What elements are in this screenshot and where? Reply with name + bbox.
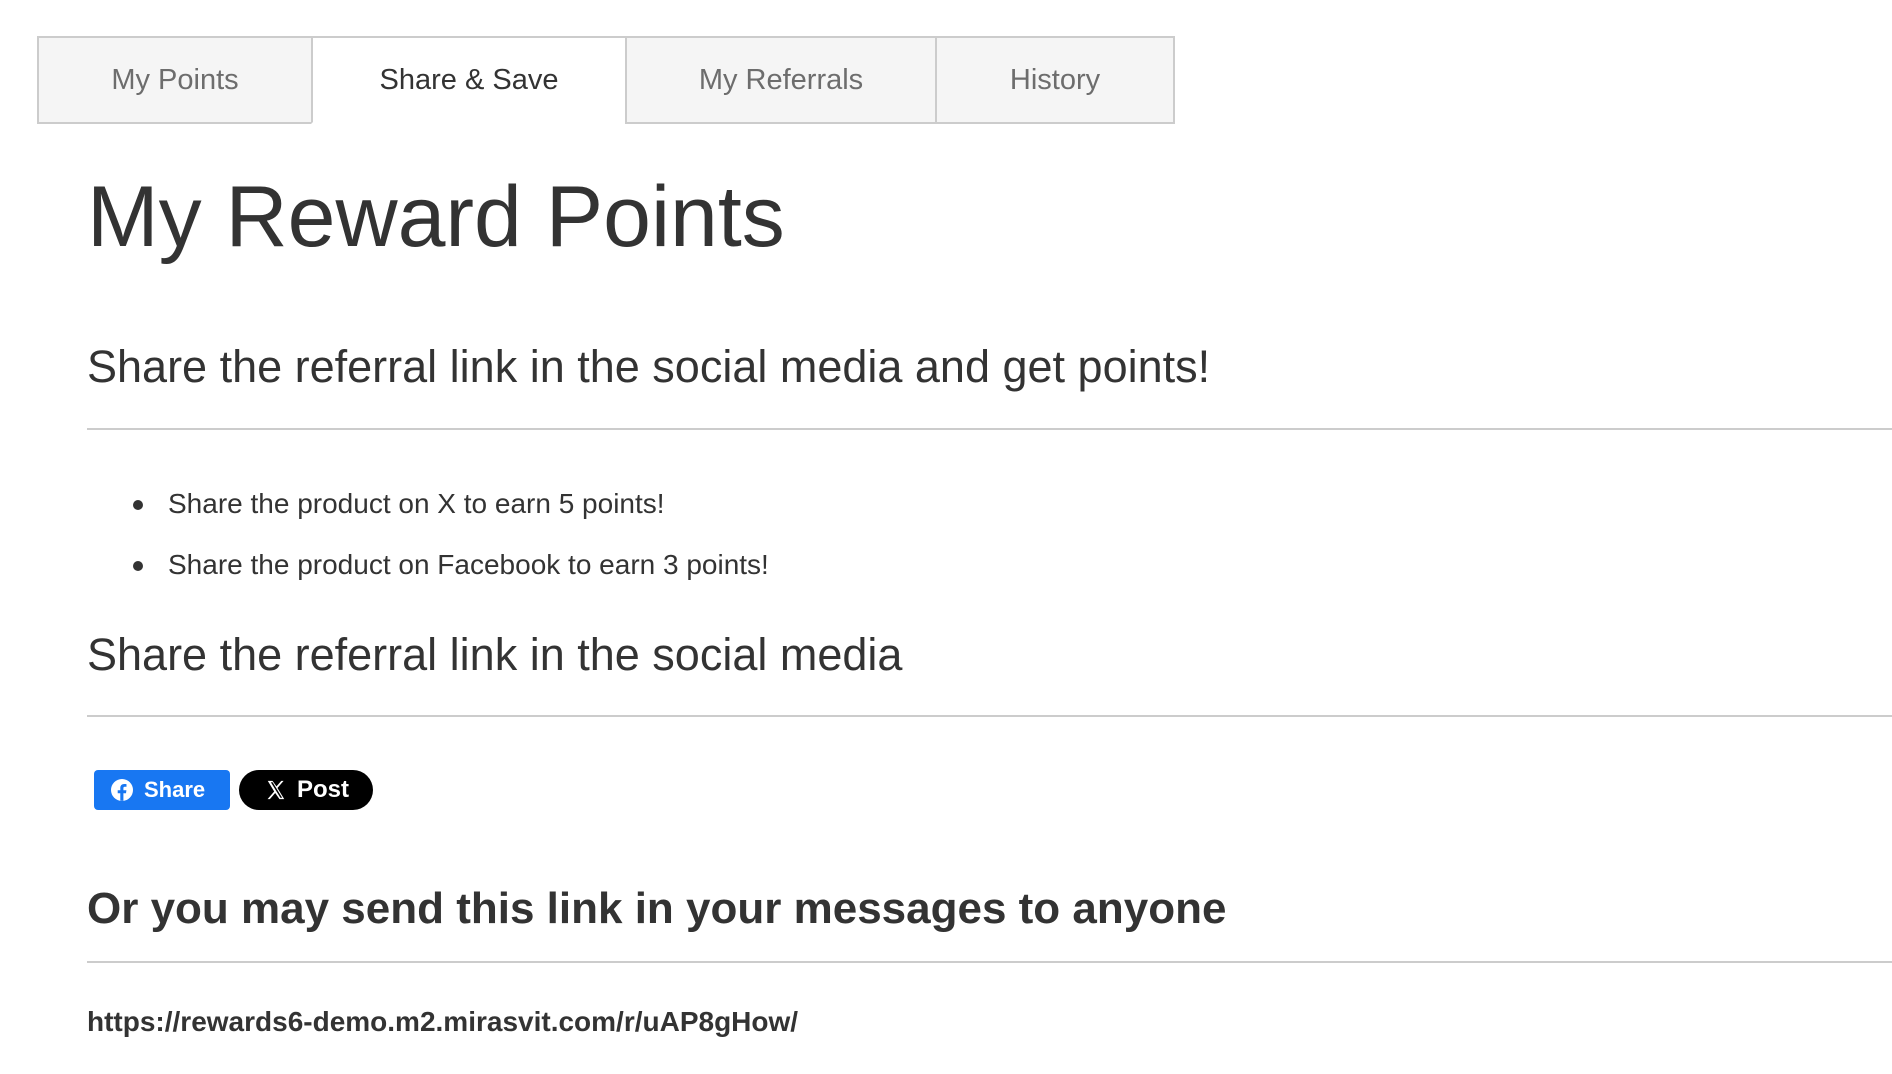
tab-history[interactable]: History xyxy=(935,36,1175,124)
x-post-button[interactable]: Post xyxy=(239,770,373,810)
page-title: My Reward Points xyxy=(87,169,785,265)
facebook-icon xyxy=(111,779,133,801)
social-buttons: Share Post xyxy=(94,770,373,810)
divider xyxy=(87,428,1892,430)
x-logo-icon xyxy=(267,780,285,800)
tab-share-and-save[interactable]: Share & Save xyxy=(311,36,627,124)
rules-list: Share the product on X to earn 5 points!… xyxy=(87,476,769,598)
social-heading: Share the referral link in the social me… xyxy=(87,629,903,680)
tab-my-referrals[interactable]: My Referrals xyxy=(625,36,937,124)
x-post-label: Post xyxy=(297,776,350,803)
bullet-icon xyxy=(133,561,143,571)
list-item: Share the product on Facebook to earn 3 … xyxy=(87,537,769,598)
referral-link[interactable]: https://rewards6-demo.m2.mirasvit.com/r/… xyxy=(87,1004,798,1040)
list-item: Share the product on X to earn 5 points! xyxy=(87,476,769,537)
facebook-share-button[interactable]: Share xyxy=(94,770,230,810)
message-heading: Or you may send this link in your messag… xyxy=(87,884,1227,933)
rule-text: Share the product on X to earn 5 points! xyxy=(168,488,665,519)
divider xyxy=(87,715,1892,717)
tab-my-points[interactable]: My Points xyxy=(37,36,313,124)
page: My Points Share & Save My Referrals Hist… xyxy=(0,0,1892,1074)
facebook-share-label: Share xyxy=(144,777,206,802)
divider xyxy=(87,961,1892,963)
bullet-icon xyxy=(133,500,143,510)
tab-bar: My Points Share & Save My Referrals Hist… xyxy=(37,36,1175,124)
rule-text: Share the product on Facebook to earn 3 … xyxy=(168,549,769,580)
rules-heading: Share the referral link in the social me… xyxy=(87,341,1211,392)
